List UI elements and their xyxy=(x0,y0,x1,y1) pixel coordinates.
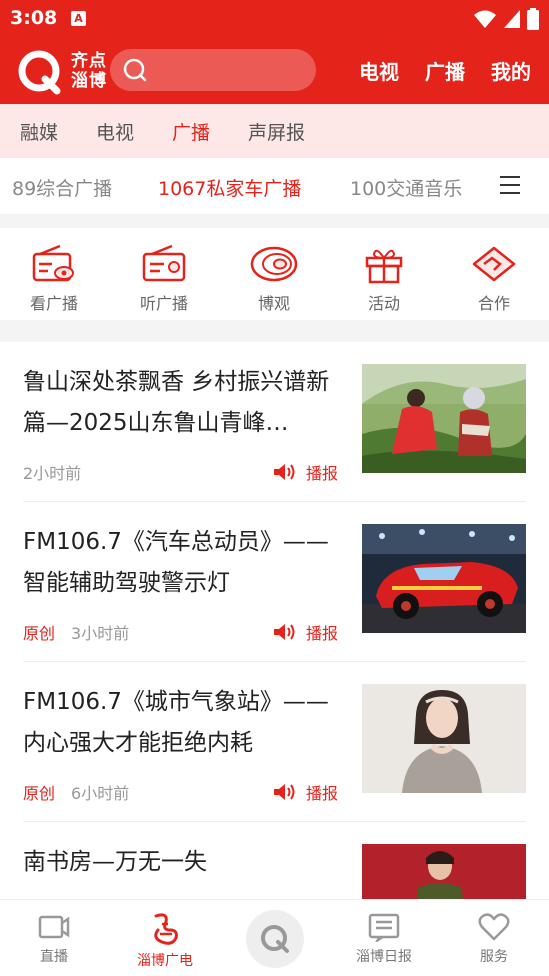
func-label: 合作 xyxy=(477,294,510,313)
original-badge: 原创 xyxy=(23,624,56,643)
broadcast-button[interactable]: 播报 xyxy=(272,780,338,804)
radio-watch-icon xyxy=(32,244,74,282)
function-row: 看广播 听广播 博观 活动 合作 xyxy=(0,228,549,320)
status-time: 3:08 xyxy=(10,7,58,29)
header-nav: 电视 广播 我的 xyxy=(359,56,531,85)
q-logo-icon xyxy=(261,925,289,953)
news-title[interactable]: FM106.7《城市气象站》——内心强大才能拒绝内耗 xyxy=(23,682,348,764)
notification-a-icon: A xyxy=(71,11,86,26)
news-thumbnail[interactable] xyxy=(362,524,526,633)
search-input[interactable] xyxy=(110,49,316,91)
search-icon xyxy=(123,58,147,82)
bottom-nav: 直播 淄博广电 淄博日报 服务 xyxy=(0,899,549,976)
zibo-tv-icon xyxy=(154,913,178,945)
header-nav-radio[interactable]: 广播 xyxy=(425,56,465,85)
qidian-logo-icon[interactable] xyxy=(17,49,63,95)
broadcast-button[interactable]: 播报 xyxy=(272,620,338,644)
news-item[interactable]: 鲁山深处茶飘香 乡村振兴谱新篇—2025山东鲁山青峰… 2小时前 播报 xyxy=(0,342,549,502)
channel-tab-100[interactable]: 100交通音乐 xyxy=(350,174,462,201)
broadcast-label: 播报 xyxy=(306,784,339,803)
channel-tabs: 89综合广播 1067私家车广播 100交通音乐 xyxy=(0,158,549,214)
broadcast-button[interactable]: 播报 xyxy=(272,460,338,484)
tab-rongmei[interactable]: 融媒 xyxy=(20,118,58,145)
status-bar: 3:08 A xyxy=(0,0,549,38)
speaker-icon xyxy=(274,784,295,800)
category-tabs: 融媒 电视 广播 声屏报 xyxy=(0,104,549,158)
app-header: 齐点 淄博 电视 广播 我的 xyxy=(0,38,549,104)
news-title[interactable]: 南书房—万无一失 xyxy=(23,842,348,883)
news-thumbnail[interactable] xyxy=(362,364,526,473)
bottom-nav-live[interactable]: 直播 xyxy=(14,912,94,966)
speaker-icon xyxy=(274,464,295,480)
news-item[interactable]: FM106.7《城市气象站》——内心强大才能拒绝内耗 原创 6小时前 播报 xyxy=(0,662,549,822)
section-gap xyxy=(0,320,549,342)
header-nav-tv[interactable]: 电视 xyxy=(359,56,399,85)
func-label: 博观 xyxy=(257,294,290,313)
news-time: 2小时前 xyxy=(23,464,82,483)
bottom-nav-label: 直播 xyxy=(40,949,68,965)
news-item[interactable]: FM106.7《汽车总动员》——智能辅助驾驶警示灯 原创 3小时前 播报 xyxy=(0,502,549,662)
center-q-button[interactable] xyxy=(246,910,304,968)
news-meta: 2小时前 xyxy=(23,460,81,484)
func-label: 看广播 xyxy=(29,294,78,313)
func-activity[interactable]: 活动 xyxy=(344,244,424,314)
news-time: 3小时前 xyxy=(71,624,130,643)
bottom-nav-zibo-tv[interactable]: 淄博广电 xyxy=(125,912,205,970)
news-meta: 原创 6小时前 xyxy=(23,780,129,804)
gift-icon xyxy=(365,249,403,284)
func-label: 活动 xyxy=(367,294,400,313)
func-listen-radio[interactable]: 听广播 xyxy=(124,244,204,314)
signal-icon xyxy=(504,10,520,28)
radio-listen-icon xyxy=(142,244,186,282)
tab-tv[interactable]: 电视 xyxy=(96,118,134,145)
portrait-image xyxy=(362,684,526,793)
battery-icon xyxy=(527,8,539,30)
race-car-image xyxy=(362,524,526,633)
channel-tab-1067[interactable]: 1067私家车广播 xyxy=(158,174,301,201)
bottom-nav-label: 淄博日报 xyxy=(356,949,412,965)
func-label: 听广播 xyxy=(139,294,188,313)
tab-shengpingbao[interactable]: 声屏报 xyxy=(248,118,305,145)
bottom-nav-zibo-daily[interactable]: 淄博日报 xyxy=(344,912,424,966)
broadcast-label: 播报 xyxy=(306,624,339,643)
func-boguan[interactable]: 博观 xyxy=(234,244,314,314)
broadcast-label: 播报 xyxy=(306,464,339,483)
news-title[interactable]: FM106.7《汽车总动员》——智能辅助驾驶警示灯 xyxy=(23,522,348,604)
logo-line-1: 齐点 xyxy=(71,51,107,71)
boguan-icon xyxy=(250,246,298,282)
video-camera-icon xyxy=(38,915,70,939)
func-cooperation[interactable]: 合作 xyxy=(454,244,534,314)
bottom-nav-service[interactable]: 服务 xyxy=(454,912,534,966)
news-meta: 原创 3小时前 xyxy=(23,620,129,644)
bottom-nav-label: 淄博广电 xyxy=(137,953,193,969)
logo-line-2: 淄博 xyxy=(71,71,107,91)
channel-tab-89[interactable]: 89综合广播 xyxy=(12,174,112,201)
news-thumbnail[interactable] xyxy=(362,684,526,793)
news-title[interactable]: 鲁山深处茶飘香 乡村振兴谱新篇—2025山东鲁山青峰… xyxy=(23,362,348,444)
news-time: 6小时前 xyxy=(71,784,130,803)
logo-text: 齐点 淄博 xyxy=(71,51,107,91)
func-watch-radio[interactable]: 看广播 xyxy=(14,244,94,314)
speaker-icon xyxy=(274,624,295,640)
newspaper-icon xyxy=(368,913,400,942)
tab-radio[interactable]: 广播 xyxy=(172,118,210,145)
wifi-icon xyxy=(474,10,496,28)
tea-harvest-image xyxy=(362,364,526,473)
section-gap xyxy=(0,214,549,228)
original-badge: 原创 xyxy=(23,784,56,803)
heart-icon xyxy=(478,913,510,941)
bottom-nav-label: 服务 xyxy=(480,949,508,965)
handshake-icon xyxy=(472,246,516,282)
header-nav-mine[interactable]: 我的 xyxy=(491,56,531,85)
status-indicators xyxy=(473,8,539,30)
menu-icon[interactable] xyxy=(500,176,520,196)
